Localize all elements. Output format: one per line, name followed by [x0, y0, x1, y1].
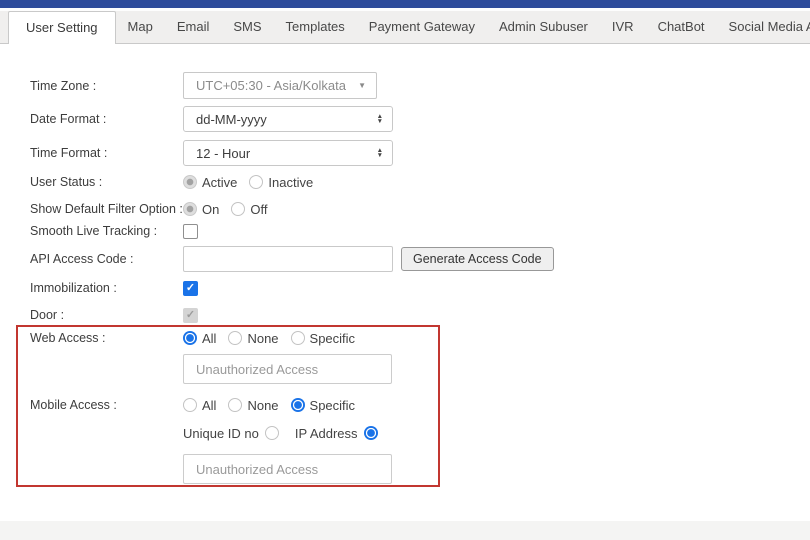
user-setting-panel: Time Zone : UTC+05:30 - Asia/Kolkata ▼ D… — [0, 44, 810, 521]
door-checkbox[interactable] — [183, 308, 198, 323]
radio-unselected-icon — [249, 175, 263, 189]
radio-unselected-icon — [231, 202, 245, 216]
time-zone-value: UTC+05:30 - Asia/Kolkata — [196, 78, 346, 93]
radio-unselected-icon — [183, 398, 197, 412]
mobile-access-label: Mobile Access : — [30, 398, 183, 412]
time-format-row: Time Format : 12 - Hour ▲▼ — [30, 140, 810, 166]
option-label: Active — [202, 175, 237, 190]
mobile-access-type-ip-address[interactable]: IP Address — [295, 426, 378, 441]
option-label: Off — [250, 202, 267, 217]
option-label: IP Address — [295, 426, 358, 441]
option-label: All — [202, 331, 216, 346]
door-label: Door : — [30, 308, 183, 322]
radio-selected-disabled-icon — [183, 175, 197, 189]
smooth-tracking-row: Smooth Live Tracking : — [30, 223, 810, 239]
web-access-option-all[interactable]: All — [183, 331, 216, 346]
time-zone-label: Time Zone : — [30, 79, 183, 93]
option-label: None — [247, 331, 278, 346]
date-format-row: Date Format : dd-MM-yyyy ▲▼ — [30, 106, 810, 132]
time-format-label: Time Format : — [30, 146, 183, 160]
default-filter-label: Show Default Filter Option : — [30, 202, 183, 216]
mobile-access-type-unique-id[interactable]: Unique ID no — [183, 426, 279, 441]
option-label: Specific — [310, 331, 356, 346]
option-label: Inactive — [268, 175, 313, 190]
date-format-label: Date Format : — [30, 112, 183, 126]
web-access-unauthorized-input[interactable] — [183, 354, 392, 384]
select-spinner-icon: ▲▼ — [377, 114, 383, 124]
default-filter-option-on[interactable]: On — [183, 202, 219, 217]
door-row: Door : — [30, 307, 810, 323]
chevron-down-icon: ▼ — [358, 81, 366, 90]
tab-social-media-api[interactable]: Social Media API — [717, 11, 810, 43]
option-label: Unique ID no — [183, 426, 259, 441]
user-status-option-active[interactable]: Active — [183, 175, 237, 190]
web-access-row: Web Access : All None Specific — [30, 330, 438, 346]
time-format-select[interactable]: 12 - Hour ▲▼ — [183, 140, 393, 166]
immobilization-label: Immobilization : — [30, 281, 183, 295]
api-access-code-input[interactable] — [183, 246, 393, 272]
mobile-access-option-none[interactable]: None — [228, 398, 278, 413]
radio-selected-icon — [183, 331, 197, 345]
radio-unselected-icon — [228, 398, 242, 412]
radio-unselected-icon — [291, 331, 305, 345]
user-status-row: User Status : Active Inactive — [30, 173, 810, 191]
radio-selected-icon — [291, 398, 305, 412]
tab-map[interactable]: Map — [116, 11, 165, 43]
option-label: Specific — [310, 398, 356, 413]
tab-user-setting[interactable]: User Setting — [8, 11, 116, 44]
default-filter-option-off[interactable]: Off — [231, 202, 267, 217]
user-status-label: User Status : — [30, 175, 183, 189]
mobile-access-option-all[interactable]: All — [183, 398, 216, 413]
api-access-code-label: API Access Code : — [30, 252, 183, 266]
web-access-label: Web Access : — [30, 331, 183, 345]
smooth-tracking-checkbox[interactable] — [183, 224, 198, 239]
web-access-option-none[interactable]: None — [228, 331, 278, 346]
immobilization-checkbox[interactable] — [183, 281, 198, 296]
generate-access-code-button[interactable]: Generate Access Code — [401, 247, 554, 271]
mobile-access-option-specific[interactable]: Specific — [291, 398, 356, 413]
access-settings-highlight-box: Web Access : All None Specific — [16, 325, 440, 487]
radio-unselected-icon — [228, 331, 242, 345]
tab-payment-gateway[interactable]: Payment Gateway — [357, 11, 487, 43]
default-filter-row: Show Default Filter Option : On Off — [30, 200, 810, 218]
tab-templates[interactable]: Templates — [274, 11, 357, 43]
api-access-code-row: API Access Code : Generate Access Code — [30, 246, 810, 272]
mobile-access-row: Mobile Access : All None Specific — [30, 397, 438, 413]
option-label: None — [247, 398, 278, 413]
option-label: All — [202, 398, 216, 413]
date-format-select[interactable]: dd-MM-yyyy ▲▼ — [183, 106, 393, 132]
immobilization-row: Immobilization : — [30, 280, 810, 296]
option-label: On — [202, 202, 219, 217]
mobile-access-unauthorized-input[interactable] — [183, 454, 392, 484]
time-zone-select[interactable]: UTC+05:30 - Asia/Kolkata ▼ — [183, 72, 377, 99]
tab-sms[interactable]: SMS — [221, 11, 273, 43]
smooth-tracking-label: Smooth Live Tracking : — [30, 224, 183, 238]
time-format-value: 12 - Hour — [196, 146, 250, 161]
settings-tabbar: User Setting Map Email SMS Templates Pay… — [0, 11, 810, 44]
date-format-value: dd-MM-yyyy — [196, 112, 267, 127]
top-navy-bar — [0, 0, 810, 8]
tab-chatbot[interactable]: ChatBot — [646, 11, 717, 43]
tab-ivr[interactable]: IVR — [600, 11, 646, 43]
tab-admin-subuser[interactable]: Admin Subuser — [487, 11, 600, 43]
mobile-access-type-row: Unique ID no IP Address — [183, 425, 438, 441]
radio-selected-icon — [364, 426, 378, 440]
web-access-option-specific[interactable]: Specific — [291, 331, 356, 346]
radio-selected-disabled-icon — [183, 202, 197, 216]
user-status-option-inactive[interactable]: Inactive — [249, 175, 313, 190]
time-zone-row: Time Zone : UTC+05:30 - Asia/Kolkata ▼ — [30, 72, 810, 99]
tab-email[interactable]: Email — [165, 11, 222, 43]
radio-unselected-icon — [265, 426, 279, 440]
select-spinner-icon: ▲▼ — [377, 148, 383, 158]
